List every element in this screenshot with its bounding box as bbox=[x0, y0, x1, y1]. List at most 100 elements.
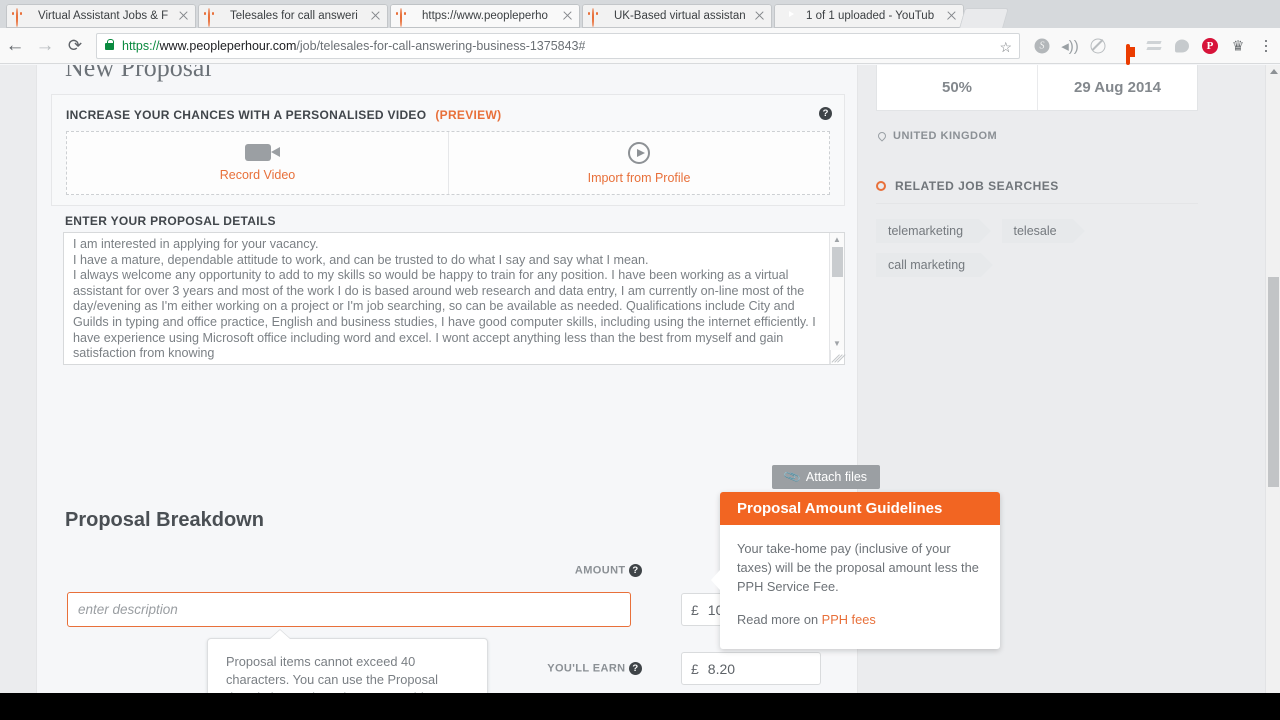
related-tags: telemarketing telesale call marketing bbox=[876, 219, 1206, 287]
tab-close-icon[interactable] bbox=[560, 9, 574, 23]
stack-icon[interactable] bbox=[1140, 32, 1168, 60]
tab-title: UK-Based virtual assistan bbox=[614, 10, 746, 22]
proposal-details-text: I am interested in applying for your vac… bbox=[73, 237, 816, 361]
amount-help-icon[interactable]: ? bbox=[629, 564, 642, 577]
attach-files-label: Attach files bbox=[805, 470, 868, 484]
amount-tooltip-body: Your take-home pay (inclusive of your ta… bbox=[720, 525, 1000, 643]
earn-input[interactable]: £ 8.20 bbox=[681, 652, 821, 685]
url-host: www.peopleperhour.com bbox=[159, 38, 297, 53]
stat-date: 29 Aug 2014 bbox=[1037, 65, 1197, 110]
tab-title: Telesales for call answeri bbox=[230, 10, 358, 22]
tag-call-marketing[interactable]: call marketing bbox=[876, 253, 994, 277]
browser-tab-3-active[interactable]: https://www.peopleperho bbox=[390, 4, 580, 28]
tag-telesale[interactable]: telesale bbox=[1001, 219, 1085, 243]
browser-tab-2[interactable]: Telesales for call answeri bbox=[198, 4, 388, 28]
proposal-details-textarea[interactable]: I am interested in applying for your vac… bbox=[63, 232, 845, 365]
url-scheme: https:// bbox=[122, 38, 160, 53]
location-label: UNITED KINGDOM bbox=[893, 130, 998, 142]
browser-tab-4[interactable]: UK-Based virtual assistan bbox=[582, 4, 772, 28]
page-scrollbar[interactable] bbox=[1265, 65, 1280, 693]
description-tooltip: Proposal items cannot exceed 40 characte… bbox=[207, 638, 488, 693]
record-video-label: Record Video bbox=[219, 168, 296, 182]
page-title: New Proposal bbox=[65, 65, 212, 82]
video-panel-heading: INCREASE YOUR CHANCES WITH A PERSONALISE… bbox=[66, 108, 501, 122]
record-video-button[interactable]: Record Video bbox=[67, 132, 448, 194]
pph-face-icon bbox=[16, 7, 31, 27]
amount-label: AMOUNT bbox=[574, 564, 626, 577]
page-viewport: New Proposal INCREASE YOUR CHANCES WITH … bbox=[0, 65, 1280, 693]
secure-lock-icon bbox=[105, 38, 115, 50]
video-dropzone: Record Video Import from Profile bbox=[66, 131, 830, 195]
import-from-profile-button[interactable]: Import from Profile bbox=[448, 132, 829, 194]
textarea-resize-grip[interactable] bbox=[830, 350, 844, 364]
description-input[interactable]: enter description bbox=[67, 592, 631, 627]
screen: Virtual Assistant Jobs & F Telesales for… bbox=[0, 0, 1280, 720]
scroll-down-icon[interactable]: ▼ bbox=[833, 339, 841, 348]
forward-button[interactable]: → bbox=[30, 31, 60, 61]
location-pin-icon bbox=[876, 130, 888, 142]
shape-icon[interactable] bbox=[1168, 32, 1196, 60]
related-searches-label: RELATED JOB SEARCHES bbox=[895, 179, 1059, 193]
proposal-details-heading: ENTER YOUR PROPOSAL DETAILS bbox=[65, 214, 276, 228]
description-placeholder: enter description bbox=[78, 602, 178, 617]
reload-button[interactable]: ⟳ bbox=[60, 31, 90, 61]
pph-fees-link[interactable]: PPH fees bbox=[822, 612, 876, 627]
earn-help-icon[interactable]: ? bbox=[629, 662, 642, 675]
video-help-icon[interactable]: ? bbox=[819, 107, 832, 120]
currency-symbol: £ bbox=[691, 601, 699, 618]
read-more-prefix: Read more on bbox=[737, 612, 819, 627]
browser-window: Virtual Assistant Jobs & F Telesales for… bbox=[0, 0, 1280, 693]
tab-title: https://www.peopleperho bbox=[422, 10, 548, 22]
browser-tab-1[interactable]: Virtual Assistant Jobs & F bbox=[6, 4, 196, 28]
address-bar[interactable]: https://www.peopleperhour.com/job/telesa… bbox=[96, 32, 1020, 59]
tab-title: 1 of 1 uploaded - YouTub bbox=[806, 10, 935, 22]
import-profile-label: Import from Profile bbox=[587, 170, 691, 185]
adblock-icon[interactable] bbox=[1084, 32, 1112, 60]
amount-label-row: AMOUNT ? bbox=[492, 564, 642, 577]
amount-tooltip-text: Your take-home pay (inclusive of your ta… bbox=[737, 541, 979, 594]
scroll-up-icon[interactable]: ▲ bbox=[833, 235, 841, 244]
pph-face-icon bbox=[400, 7, 415, 27]
sound-icon[interactable]: ◂)) bbox=[1056, 32, 1084, 60]
pinterest-icon[interactable]: P bbox=[1196, 32, 1224, 60]
page-scrollbar-thumb[interactable] bbox=[1268, 277, 1279, 487]
tab-close-icon[interactable] bbox=[176, 9, 190, 23]
url-text: https://www.peopleperhour.com/job/telesa… bbox=[122, 39, 585, 53]
amount-tooltip-title: Proposal Amount Guidelines bbox=[720, 492, 1000, 525]
back-button[interactable]: ← bbox=[0, 31, 30, 61]
earn-value: 8.20 bbox=[707, 660, 736, 677]
play-circle-icon bbox=[628, 141, 650, 164]
ring-icon bbox=[876, 181, 886, 191]
new-tab-button[interactable] bbox=[959, 8, 1009, 28]
office-icon[interactable] bbox=[1112, 32, 1140, 65]
tag-telemarketing[interactable]: telemarketing bbox=[876, 219, 992, 243]
currency-symbol: £ bbox=[691, 660, 699, 677]
crown-icon[interactable]: ♛ bbox=[1224, 32, 1252, 60]
description-tooltip-text: Proposal items cannot exceed 40 characte… bbox=[226, 654, 464, 693]
job-stats-box: 50% 29 Aug 2014 bbox=[876, 65, 1198, 111]
video-preview-link[interactable]: (PREVIEW) bbox=[435, 108, 501, 122]
personalised-video-panel: INCREASE YOUR CHANCES WITH A PERSONALISE… bbox=[51, 94, 845, 206]
scrollbar-thumb[interactable] bbox=[832, 247, 843, 277]
tab-close-icon[interactable] bbox=[368, 9, 382, 23]
bottom-letterbox-bar bbox=[0, 693, 1280, 720]
pph-face-icon bbox=[208, 7, 223, 27]
amount-guidelines-tooltip: Proposal Amount Guidelines Your take-hom… bbox=[711, 492, 1000, 649]
tab-close-icon[interactable] bbox=[944, 9, 958, 23]
tab-close-icon[interactable] bbox=[752, 9, 766, 23]
skype-icon[interactable]: S bbox=[1028, 32, 1056, 60]
earn-label: YOU'LL EARN bbox=[547, 662, 626, 675]
chrome-menu-icon[interactable]: ⋮ bbox=[1252, 32, 1280, 60]
earn-label-row: YOU'LL EARN ? bbox=[492, 662, 642, 675]
bookmark-star-icon[interactable]: ☆ bbox=[999, 38, 1012, 56]
textarea-scrollbar[interactable]: ▲ ▼ bbox=[829, 233, 844, 364]
related-searches-heading: RELATED JOB SEARCHES bbox=[876, 179, 1198, 204]
url-path: /job/telesales-for-call-answering-busine… bbox=[296, 38, 586, 53]
browser-tab-5[interactable]: 1 of 1 uploaded - YouTub bbox=[774, 4, 964, 28]
location-row: UNITED KINGDOM bbox=[876, 130, 998, 142]
tab-strip: Virtual Assistant Jobs & F Telesales for… bbox=[0, 0, 1280, 46]
tab-title: Virtual Assistant Jobs & F bbox=[38, 10, 169, 22]
proposal-breakdown-title: Proposal Breakdown bbox=[65, 509, 264, 531]
browser-toolbar: ← → ⟳ https://www.peopleperhour.com/job/… bbox=[0, 28, 1280, 65]
page-scroll-up-icon[interactable] bbox=[1270, 69, 1278, 74]
